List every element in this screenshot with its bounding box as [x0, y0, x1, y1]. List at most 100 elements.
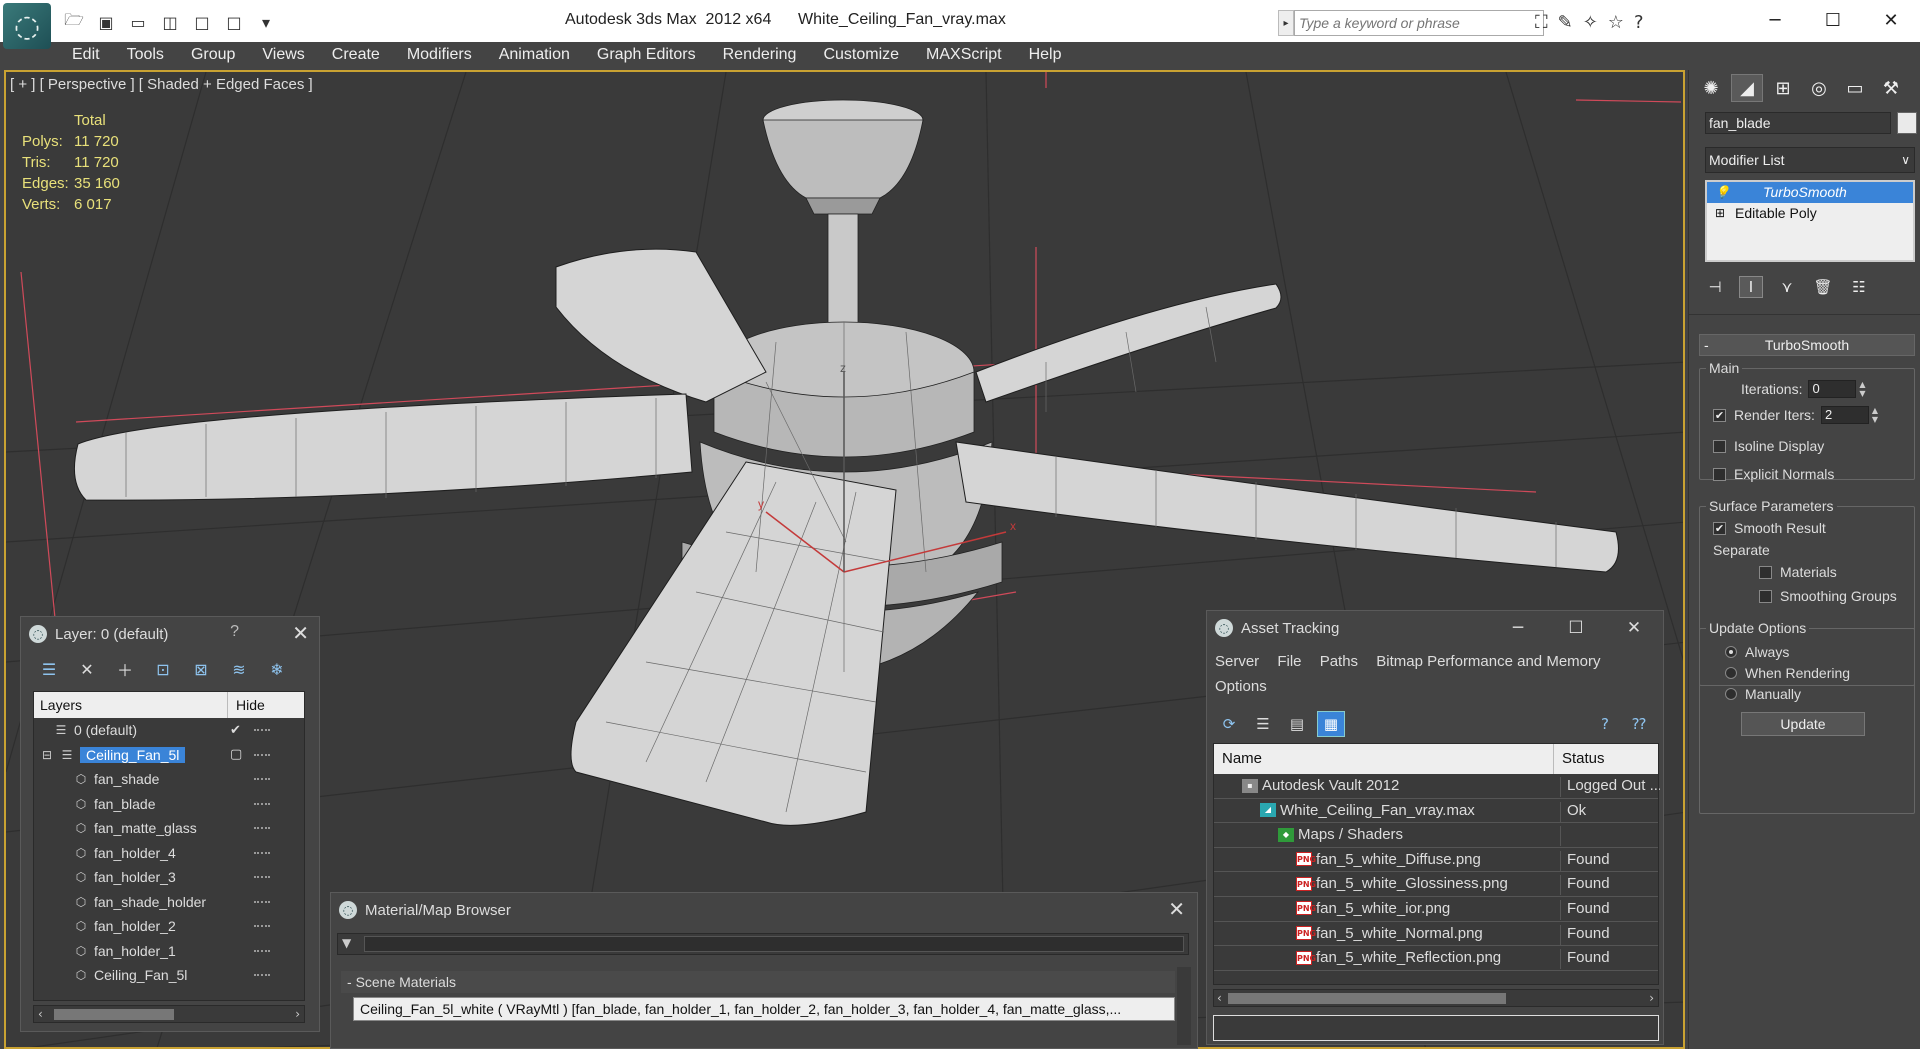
pin-stack-icon[interactable]: ⊣ [1703, 276, 1727, 298]
scroll-right-icon[interactable]: › [295, 1006, 300, 1022]
scene-materials-section[interactable]: - Scene Materials [341, 971, 1175, 993]
modify-tab-icon[interactable]: ◢ [1731, 74, 1763, 102]
context-help-icon[interactable]: ⁇ [1625, 711, 1653, 737]
layer-row[interactable]: ⬡ fan_shade_holder [34, 890, 304, 915]
communication-icon[interactable]: ✧ [1583, 12, 1598, 33]
material-browser-titlebar[interactable]: ◌ Material/Map Browser [331, 893, 1197, 927]
binoculars-icon[interactable]: ⛶ [1535, 12, 1548, 33]
delete-layer-icon[interactable]: ✕ [73, 657, 101, 681]
materials-checkbox[interactable] [1759, 565, 1772, 579]
menu-animation[interactable]: Animation [487, 42, 585, 68]
new-scene-icon[interactable]: ▭ [124, 10, 152, 34]
hide-toggle[interactable] [254, 949, 270, 952]
menu-edit[interactable]: Edit [60, 42, 115, 68]
layer-row[interactable]: ☰ 0 (default) ✔ [34, 718, 304, 743]
lightbulb-icon[interactable]: 💡 [1715, 182, 1730, 203]
layer-row[interactable]: ⬡ fan_holder_2 [34, 914, 304, 939]
asset-menu-server[interactable]: Server [1215, 653, 1259, 670]
scroll-thumb[interactable] [1228, 993, 1506, 1004]
create-layer-icon[interactable]: ☰ [35, 657, 63, 681]
hide-toggle[interactable] [254, 851, 270, 854]
close-icon[interactable]: ✕ [292, 621, 309, 645]
horizontal-scrollbar[interactable]: ‹ › [1213, 989, 1659, 1007]
stack-item-turbosmooth[interactable]: 💡 TurboSmooth [1707, 182, 1913, 203]
hide-toggle[interactable] [254, 925, 270, 928]
asset-path-field[interactable] [1213, 1015, 1659, 1041]
isoline-checkbox[interactable] [1713, 439, 1726, 453]
modifier-list-dropdown[interactable]: Modifier List ∨ [1705, 147, 1915, 173]
qat-dropdown-icon[interactable]: ▾ [252, 10, 280, 34]
layer-row[interactable]: ⬡ fan_matte_glass [34, 816, 304, 841]
object-name-field[interactable]: fan_blade [1705, 112, 1891, 134]
configure-sets-icon[interactable]: ☷ [1847, 276, 1871, 298]
hide-toggle[interactable] [254, 802, 270, 805]
asset-row[interactable]: PNG fan_5_white_Glossiness.png Found [1214, 872, 1658, 897]
scroll-left-icon[interactable]: ‹ [38, 1006, 43, 1022]
hide-toggle[interactable] [254, 778, 270, 781]
redo-icon[interactable]: □ [220, 10, 248, 34]
update-always-radio[interactable] [1725, 646, 1737, 658]
app-logo-icon[interactable]: ◌ [3, 3, 51, 49]
close-icon[interactable]: ✕ [1168, 897, 1185, 921]
display-tab-icon[interactable]: ▭ [1839, 74, 1871, 102]
explicit-normals-checkbox[interactable] [1713, 467, 1726, 481]
asset-menu-file[interactable]: File [1277, 653, 1301, 670]
utilities-tab-icon[interactable]: ⚒ [1875, 74, 1907, 102]
asset-row[interactable]: PNG fan_5_white_Reflection.png Found [1214, 946, 1658, 971]
asset-menu-options[interactable]: Options [1215, 678, 1267, 695]
make-unique-icon[interactable]: ⋎ [1775, 276, 1799, 298]
make-active-icon[interactable]: ▢ [230, 747, 242, 762]
hierarchy-tab-icon[interactable]: ⊞ [1767, 74, 1799, 102]
smoothing-groups-checkbox[interactable] [1759, 589, 1772, 603]
asset-menu-bitmap[interactable]: Bitmap Performance and Memory [1376, 653, 1600, 670]
layer-row[interactable]: ⬡ fan_shade [34, 767, 304, 792]
update-manually-radio[interactable] [1725, 688, 1737, 700]
asset-row[interactable]: ◢ White_Ceiling_Fan_vray.max Ok [1214, 799, 1658, 824]
search-collapse-icon[interactable]: ▸ [1278, 10, 1294, 36]
hide-all-icon[interactable]: ≋ [225, 657, 253, 681]
help-icon[interactable]: ? [1634, 12, 1644, 33]
hide-toggle[interactable] [254, 753, 270, 756]
layer-row[interactable]: ⬡ fan_blade [34, 792, 304, 817]
collapse-minus-icon[interactable]: ⊟ [40, 748, 54, 762]
close-icon[interactable]: ✕ [1605, 611, 1663, 645]
asset-row[interactable]: PNG fan_5_white_Normal.png Found [1214, 922, 1658, 947]
open-folder-icon[interactable]: 🗁 [60, 10, 88, 34]
menu-help[interactable]: Help [1017, 42, 1077, 68]
asset-row[interactable]: ▪ Autodesk Vault 2012 Logged Out ... [1214, 774, 1660, 799]
asset-row[interactable]: ◆ Maps / Shaders [1214, 823, 1658, 848]
show-end-result-icon[interactable]: Ⅰ [1739, 276, 1763, 298]
col-hide[interactable]: Hide [228, 692, 272, 718]
active-check-icon[interactable]: ✔ [230, 723, 241, 738]
select-objects-icon[interactable]: ⊡ [149, 657, 177, 681]
create-tab-icon[interactable]: ✺ [1695, 74, 1727, 102]
viewport-label[interactable]: [ + ] [ Perspective ] [ Shaded + Edged F… [10, 76, 313, 93]
menu-views[interactable]: Views [250, 42, 319, 68]
menu-create[interactable]: Create [320, 42, 395, 68]
table-view-icon[interactable]: ▦ [1317, 711, 1345, 737]
material-entry[interactable]: Ceiling_Fan_5l_white ( VRayMtl ) [fan_bl… [353, 997, 1175, 1021]
refresh-icon[interactable]: ⟳ [1215, 711, 1243, 737]
save-icon[interactable]: ▣ [92, 10, 120, 34]
maximize-button[interactable]: ☐ [1804, 0, 1862, 40]
iterations-spinner[interactable]: 0 [1808, 380, 1857, 398]
update-button[interactable]: Update [1741, 712, 1865, 736]
col-name[interactable]: Name [1214, 744, 1554, 774]
thumbnail-view-icon[interactable]: ▤ [1283, 711, 1311, 737]
hold-icon[interactable]: ◫ [156, 10, 184, 34]
col-layers[interactable]: Layers [34, 692, 228, 718]
undo-icon[interactable]: □ [188, 10, 216, 34]
turbosmooth-rollout-header[interactable]: - TurboSmooth [1699, 334, 1915, 356]
favorites-star-icon[interactable]: ☆ [1608, 12, 1624, 33]
subscription-icon[interactable]: ✎ [1558, 12, 1573, 33]
menu-maxscript[interactable]: MAXScript [914, 42, 1017, 68]
menu-customize[interactable]: Customize [811, 42, 914, 68]
menu-graph-editors[interactable]: Graph Editors [585, 42, 711, 68]
horizontal-scrollbar[interactable]: ‹ › [33, 1005, 305, 1023]
expand-plus-icon[interactable]: ⊞ [1715, 203, 1725, 224]
stack-item-editable-poly[interactable]: ⊞ Editable Poly [1707, 203, 1913, 224]
menu-modifiers[interactable]: Modifiers [395, 42, 487, 68]
material-search-input[interactable] [364, 936, 1184, 952]
layer-window-titlebar[interactable]: ◌ Layer: 0 (default) [21, 617, 319, 651]
hide-toggle[interactable] [254, 900, 270, 903]
